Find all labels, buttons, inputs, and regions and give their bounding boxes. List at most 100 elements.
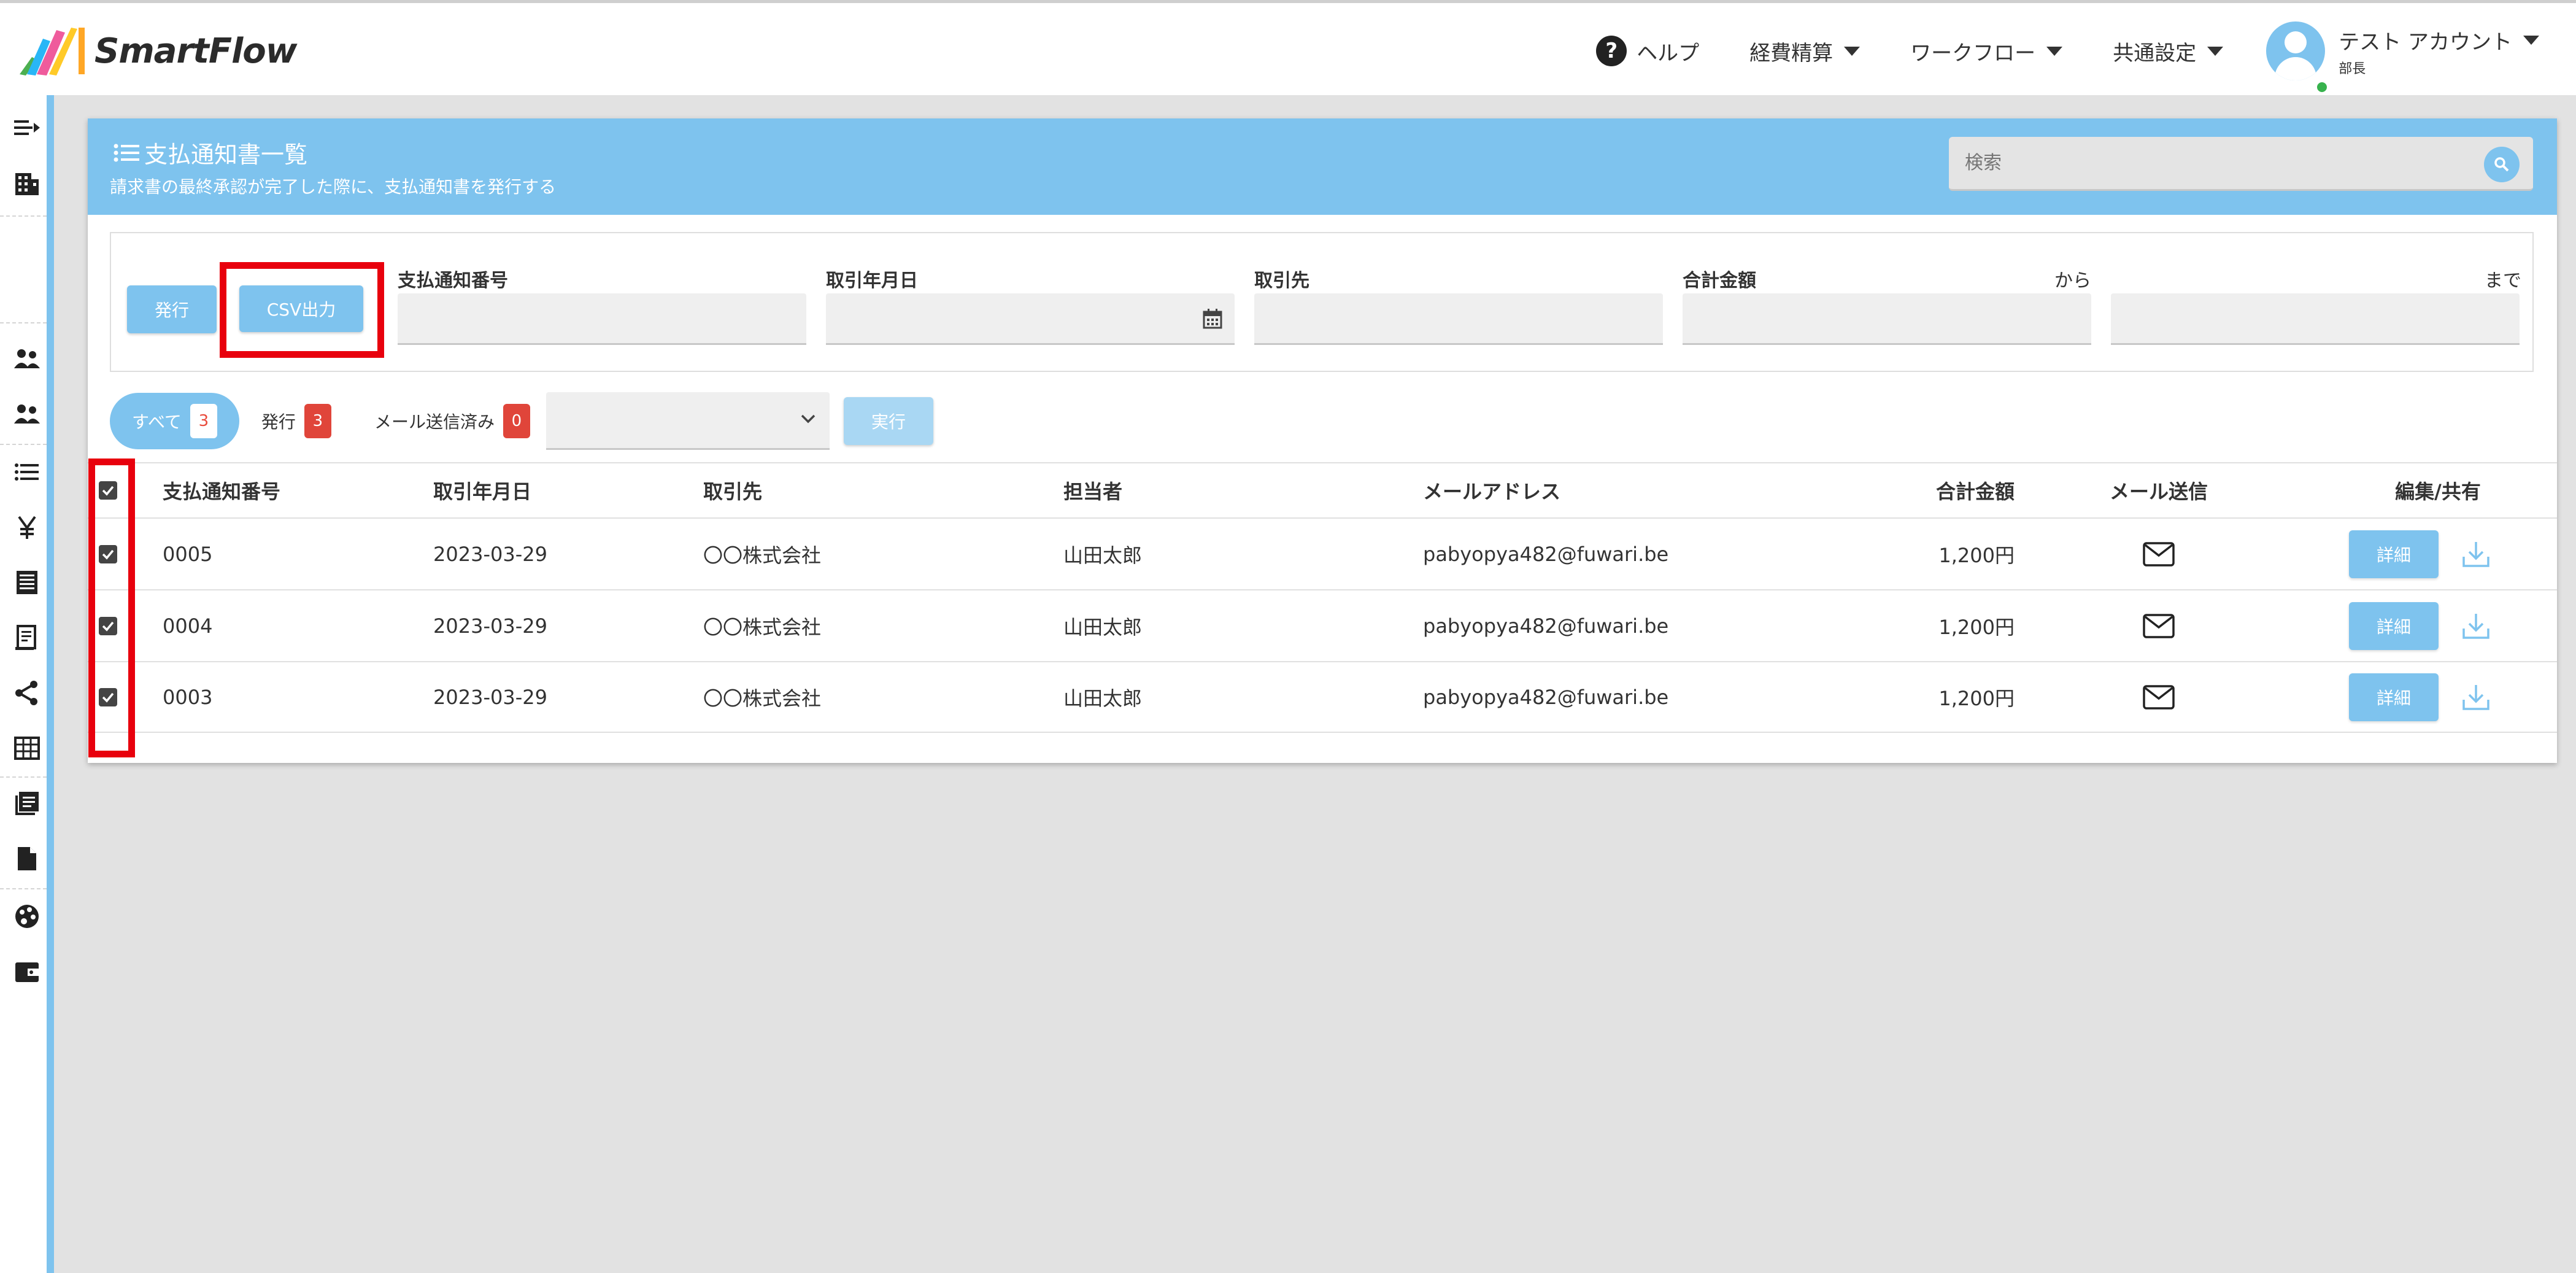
caret-down-icon <box>1844 46 1861 56</box>
download-icon[interactable] <box>2462 541 2490 568</box>
cell-person: 山田太郎 <box>1063 686 1143 710</box>
search-icon <box>2494 157 2509 172</box>
issue-button[interactable]: 発行 <box>127 285 217 333</box>
header-total[interactable]: 合計金額 <box>1904 463 2015 517</box>
tab-issued-label: 発行 <box>261 412 296 432</box>
list-icon[interactable] <box>11 456 43 488</box>
top-header: SmartFlow ? ヘルプ 経費精算 ワークフロー 共通設定 テスト アカウ… <box>0 0 2576 95</box>
account-name: テスト アカウント <box>2339 29 2512 55</box>
yen-icon[interactable] <box>11 511 43 543</box>
account-menu[interactable]: テスト アカウント 部長 <box>2266 21 2539 94</box>
book-icon[interactable] <box>11 787 43 819</box>
header-person[interactable]: 担当者 <box>1063 463 1122 517</box>
receipt-icon[interactable] <box>11 622 43 654</box>
share-icon[interactable] <box>11 677 43 709</box>
common-settings-label: 共通設定 <box>2113 41 2197 66</box>
account-role: 部長 <box>2339 61 2366 77</box>
cell-edit: 詳細 <box>2349 662 2490 732</box>
document-icon[interactable] <box>11 843 43 875</box>
highlight-box-checkboxes <box>88 459 135 757</box>
detail-button[interactable]: 詳細 <box>2349 602 2439 650</box>
tab-all-label: すべて <box>132 412 182 432</box>
sidebar <box>0 95 54 1273</box>
tab-all[interactable]: すべて 3 <box>110 393 239 449</box>
users-icon[interactable] <box>11 343 43 375</box>
page-subtitle: 請求書の最終承認が完了した際に、支払通知書を発行する <box>110 177 557 197</box>
execute-button[interactable]: 実行 <box>844 397 933 445</box>
notice-number-input[interactable] <box>398 293 806 345</box>
expense-menu[interactable]: 経費精算 <box>1749 36 1861 66</box>
user-group-icon[interactable] <box>11 398 43 430</box>
tab-issued[interactable]: 発行 3 <box>261 404 331 438</box>
highlight-box-csv <box>220 262 384 358</box>
chevron-down-icon <box>801 414 816 424</box>
total-to-input[interactable] <box>2111 293 2520 345</box>
collapse-icon[interactable] <box>11 112 43 144</box>
cell-edit: 詳細 <box>2349 590 2490 661</box>
table-header-row: 支払通知番号 取引年月日 取引先 担当者 メールアドレス 合計金額 メール送信 … <box>88 462 2557 517</box>
caret-down-icon <box>2523 35 2539 45</box>
header-mail: メール送信 <box>2109 480 2208 503</box>
cell-mail <box>2076 519 2242 589</box>
total-from-input[interactable] <box>1683 293 2091 345</box>
trade-date-label: 取引年月日 <box>826 270 918 292</box>
partner-input[interactable] <box>1254 293 1663 345</box>
header-partner[interactable]: 取引先 <box>703 463 762 517</box>
brand-logo[interactable]: SmartFlow <box>18 26 298 75</box>
cell-partner: 〇〇株式会社 <box>703 543 822 567</box>
envelope-icon[interactable] <box>2143 541 2175 567</box>
cell-mail <box>2076 662 2242 732</box>
question-circle-icon: ? <box>1596 36 1627 66</box>
ledger-icon[interactable] <box>11 567 43 598</box>
page-title-text: 支払通知書一覧 <box>144 141 308 168</box>
workflow-label: ワークフロー <box>1910 41 2036 66</box>
cell-total: 1,200円 <box>1938 615 2015 639</box>
header-date[interactable]: 取引年月日 <box>433 463 531 517</box>
building-icon[interactable] <box>11 168 43 199</box>
tab-all-count: 3 <box>190 404 217 438</box>
cell-email: pabyopya482@fuwari.be <box>1423 685 1669 709</box>
download-icon[interactable] <box>2462 613 2490 640</box>
tab-issued-count: 3 <box>304 404 331 438</box>
avatar <box>2266 21 2326 80</box>
envelope-icon[interactable] <box>2143 684 2175 710</box>
wallet-icon[interactable] <box>11 956 43 988</box>
common-settings-menu[interactable]: 共通設定 <box>2113 36 2224 66</box>
search-input[interactable] <box>1949 137 2533 189</box>
header-edit: 編集/共有 <box>2395 480 2481 503</box>
cell-mail <box>2076 590 2242 661</box>
detail-button[interactable]: 詳細 <box>2349 673 2439 721</box>
table-icon[interactable] <box>11 732 43 764</box>
cell-total: 1,200円 <box>1938 686 2015 710</box>
cell-partner: 〇〇株式会社 <box>703 686 822 710</box>
cell-number: 0003 <box>163 685 213 709</box>
from-label: から <box>2054 270 2091 292</box>
table-row: 0005 2023-03-29 〇〇株式会社 山田太郎 pabyopya482@… <box>88 517 2557 589</box>
palette-icon[interactable] <box>11 900 43 932</box>
table-row: 0004 2023-03-29 〇〇株式会社 山田太郎 pabyopya482@… <box>88 589 2557 661</box>
search-field[interactable] <box>1949 137 2533 191</box>
cell-date: 2023-03-29 <box>433 685 547 709</box>
bulk-action-select[interactable] <box>546 392 830 450</box>
tab-mailed[interactable]: メール送信済み 0 <box>374 404 530 438</box>
detail-button[interactable]: 詳細 <box>2349 530 2439 578</box>
tab-mailed-label: メール送信済み <box>374 412 495 432</box>
help-link[interactable]: ? ヘルプ <box>1596 36 1699 66</box>
expense-label: 経費精算 <box>1749 41 1834 66</box>
status-tabs: すべて 3 発行 3 メール送信済み 0 <box>110 393 530 449</box>
partner-label: 取引先 <box>1254 270 1309 292</box>
page-title: 支払通知書一覧 <box>112 136 307 169</box>
help-label: ヘルプ <box>1637 41 1700 66</box>
search-button[interactable] <box>2484 147 2520 182</box>
card-header: 支払通知書一覧 請求書の最終承認が完了した際に、支払通知書を発行する <box>88 118 2557 215</box>
cell-total: 1,200円 <box>1938 543 2015 567</box>
envelope-icon[interactable] <box>2143 613 2175 638</box>
download-icon[interactable] <box>2462 684 2490 711</box>
workflow-menu[interactable]: ワークフロー <box>1910 36 2063 66</box>
calendar-icon <box>1203 309 1222 329</box>
tab-mailed-count: 0 <box>503 404 530 438</box>
trade-date-input[interactable] <box>826 293 1235 345</box>
header-number[interactable]: 支払通知番号 <box>163 463 280 517</box>
header-email[interactable]: メールアドレス <box>1423 463 1560 517</box>
top-nav: ? ヘルプ 経費精算 ワークフロー 共通設定 テスト アカウント 部長 <box>1546 20 2539 94</box>
